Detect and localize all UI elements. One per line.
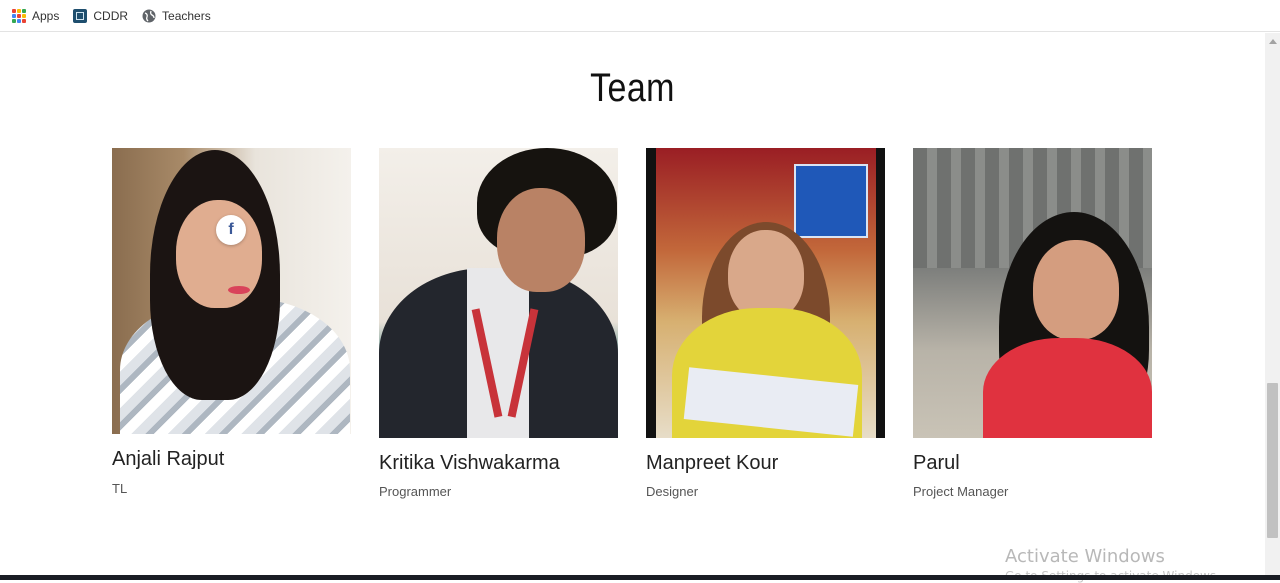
member-photo: f: [112, 148, 351, 434]
member-role: Designer: [646, 484, 699, 499]
member-photo: [379, 148, 618, 438]
bookmark-label: Apps: [32, 8, 60, 23]
cddr-favicon-icon: [73, 8, 88, 23]
page-scrollbar[interactable]: [1265, 33, 1280, 575]
bookmark-label: Teachers: [162, 8, 211, 23]
member-role: Programmer: [379, 484, 452, 499]
member-role: TL: [112, 481, 128, 496]
facebook-icon[interactable]: f: [216, 215, 246, 245]
scrollbar-thumb[interactable]: [1267, 383, 1278, 538]
bookmark-teachers[interactable]: Teachers: [142, 9, 211, 23]
bookmarks-bar: Apps CDDR Teachers: [0, 0, 1280, 32]
team-card: f Anjali Rajput TL: [112, 148, 351, 496]
bookmark-label: CDDR: [93, 8, 129, 23]
team-card: Kritika Vishwakarma Programmer: [379, 148, 618, 499]
member-name: Anjali Rajput: [112, 448, 225, 470]
member-name: Kritika Vishwakarma: [379, 452, 560, 474]
member-name: Parul: [913, 452, 960, 474]
member-photo: [646, 148, 885, 438]
bookmark-apps[interactable]: Apps: [12, 8, 60, 23]
team-card: Parul Project Manager: [913, 148, 1152, 499]
apps-grid-icon: [12, 8, 26, 23]
member-role: Project Manager: [913, 484, 1009, 499]
activate-windows-title: Activate Windows: [1005, 546, 1165, 567]
team-card: Manpreet Kour Designer: [646, 148, 885, 499]
bookmark-cddr[interactable]: CDDR: [73, 8, 129, 23]
section-title: Team: [590, 66, 675, 110]
footer-strip: [0, 575, 1280, 580]
member-photo: [913, 148, 1152, 438]
member-name: Manpreet Kour: [646, 452, 779, 474]
scroll-up-icon[interactable]: [1269, 39, 1277, 44]
globe-icon: [142, 9, 156, 22]
